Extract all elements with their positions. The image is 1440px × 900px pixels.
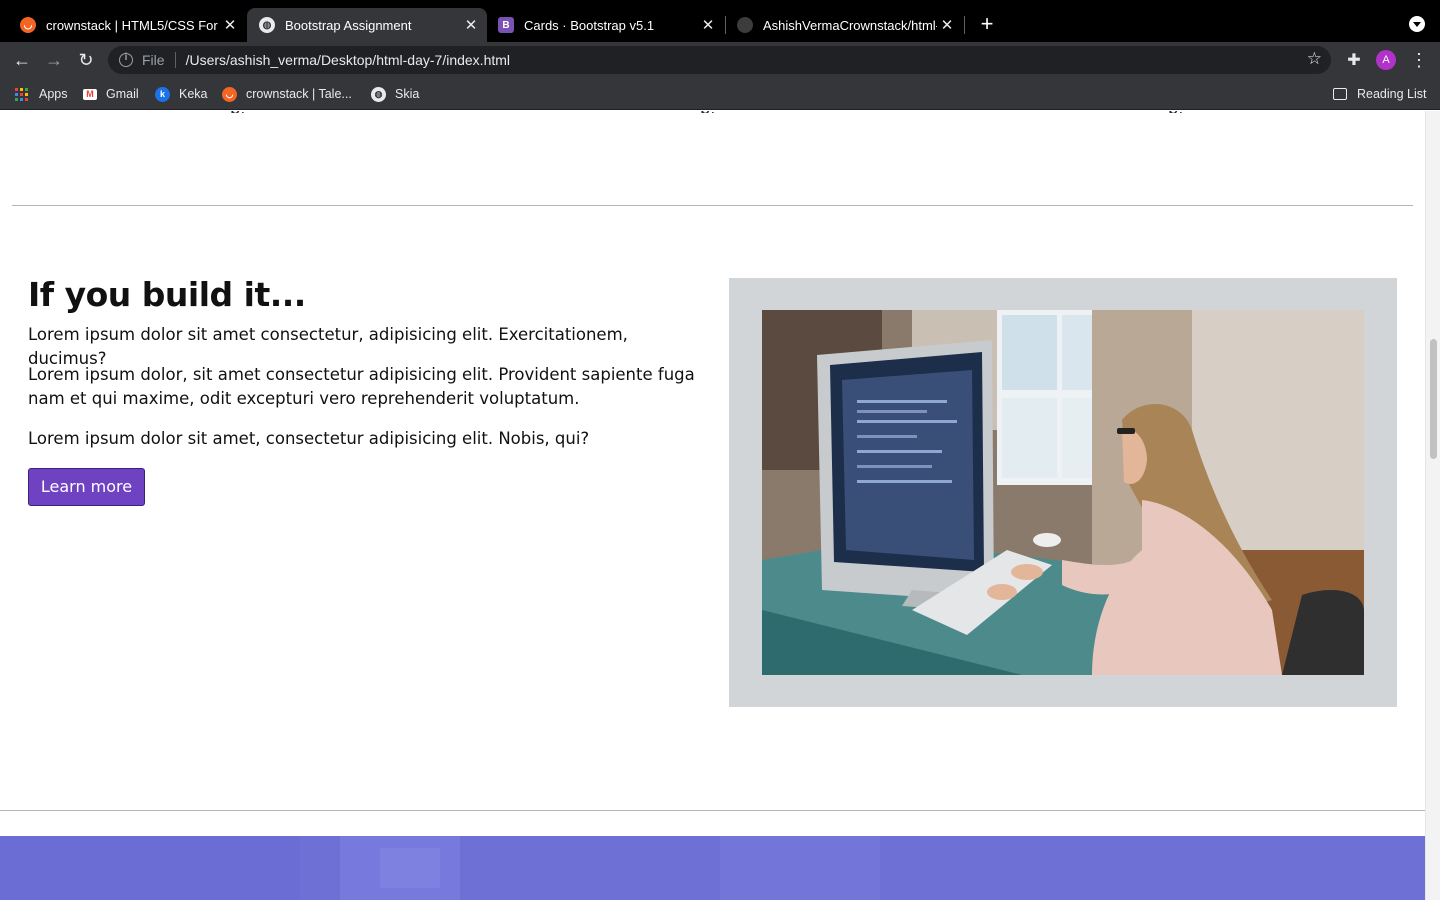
feature-paragraph: Lorem ipsum dolor, sit amet consectetur …: [28, 365, 695, 408]
close-icon[interactable]: ✕: [937, 16, 957, 34]
scheme-label: File: [142, 52, 165, 68]
close-icon[interactable]: ✕: [220, 16, 240, 34]
github-icon: [737, 17, 753, 33]
extensions-puzzle-icon[interactable]: ✚: [1344, 50, 1364, 70]
web-page: p, p, p, If you build it... Lorem ipsum …: [0, 111, 1425, 900]
feature-image-frame: [729, 278, 1397, 707]
tab-search-icon[interactable]: [1409, 16, 1425, 32]
more-menu-icon[interactable]: ⋮: [1410, 48, 1428, 72]
bookmark-skia[interactable]: ◍ Skia: [371, 85, 419, 103]
address-separator: [174, 52, 176, 68]
bookmark-gmail[interactable]: M Gmail: [83, 85, 139, 103]
info-icon[interactable]: [119, 52, 133, 67]
tab-title: AshishVermaCrownstack/html-: [763, 17, 937, 33]
keka-icon: k: [155, 86, 170, 102]
globe-icon: ◍: [371, 86, 386, 102]
bookmark-label: Skia: [395, 87, 420, 101]
new-tab-button[interactable]: +: [975, 12, 999, 36]
clipped-previous-text: p,: [230, 111, 290, 113]
bookmark-crownstack[interactable]: ◡ crownstack | Tale...: [222, 85, 352, 103]
bookmark-label: Keka: [179, 87, 208, 101]
tab-crownstack[interactable]: ◡ crownstack | HTML5/CSS For b ✕: [8, 8, 246, 42]
reading-list-label: Reading List: [1357, 87, 1427, 101]
page-scrollbar[interactable]: [1425, 111, 1440, 900]
crownstack-icon: ◡: [222, 86, 237, 102]
clipped-previous-text: p,: [700, 111, 760, 113]
bookmark-apps[interactable]: Apps: [15, 85, 68, 103]
tab-cards-bootstrap[interactable]: B Cards · Bootstrap v5.1 ✕: [486, 8, 724, 42]
section-divider: [12, 205, 1413, 206]
tab-title: Bootstrap Assignment: [285, 17, 412, 33]
close-icon[interactable]: ✕: [698, 16, 718, 34]
gmail-icon: M: [83, 88, 97, 100]
tab-bootstrap-assignment[interactable]: ◍ Bootstrap Assignment ✕: [247, 8, 487, 42]
tab-strip: ◡ crownstack | HTML5/CSS For b ✕ ◍ Boots…: [0, 0, 1440, 42]
reading-list-icon: [1333, 88, 1347, 100]
hero-banner-background: [0, 836, 1425, 900]
browser-toolbar: ← → ↻ File /Users/ashish_verma/Desktop/h…: [0, 42, 1440, 78]
scrollbar-thumb[interactable]: [1430, 339, 1437, 459]
bookmark-label: Apps: [39, 87, 68, 101]
close-icon[interactable]: ✕: [461, 16, 481, 34]
forward-arrow-icon[interactable]: →: [42, 48, 66, 72]
reload-icon[interactable]: ↻: [74, 48, 98, 72]
tab-separator: [964, 16, 965, 34]
learn-more-button[interactable]: Learn more: [28, 468, 145, 506]
bookmark-label: Gmail: [106, 87, 139, 101]
address-bar[interactable]: File /Users/ashish_verma/Desktop/html-da…: [108, 46, 1331, 74]
globe-icon: ◍: [259, 17, 275, 33]
url-text[interactable]: /Users/ashish_verma/Desktop/html-day-7/i…: [186, 52, 510, 68]
apps-grid-icon: [15, 87, 28, 101]
back-arrow-icon[interactable]: ←: [10, 48, 34, 72]
tab-title: Cards · Bootstrap v5.1: [524, 17, 655, 33]
clipped-previous-text: p,: [1168, 111, 1228, 113]
tab-github[interactable]: AshishVermaCrownstack/html- ✕: [725, 8, 963, 42]
profile-avatar[interactable]: A: [1376, 50, 1396, 70]
crownstack-logo-icon: ◡: [20, 17, 36, 33]
section-divider: [0, 810, 1425, 811]
feature-title: If you build it...: [28, 275, 306, 314]
bookmark-keka[interactable]: k Keka: [155, 85, 208, 103]
reading-list-button[interactable]: Reading List: [1333, 85, 1427, 103]
tab-title: crownstack | HTML5/CSS For b: [46, 17, 220, 33]
bookmark-star-icon[interactable]: ☆: [1307, 49, 1322, 69]
bookmarks-bar: Apps M Gmail k Keka ◡ crownstack | Tale.…: [0, 78, 1440, 110]
woman-coding-photo: [762, 310, 1364, 675]
bookmark-label: crownstack | Tale...: [246, 87, 352, 101]
bootstrap-logo-icon: B: [498, 17, 514, 33]
feature-paragraph: Lorem ipsum dolor sit amet, consectetur …: [28, 429, 590, 448]
